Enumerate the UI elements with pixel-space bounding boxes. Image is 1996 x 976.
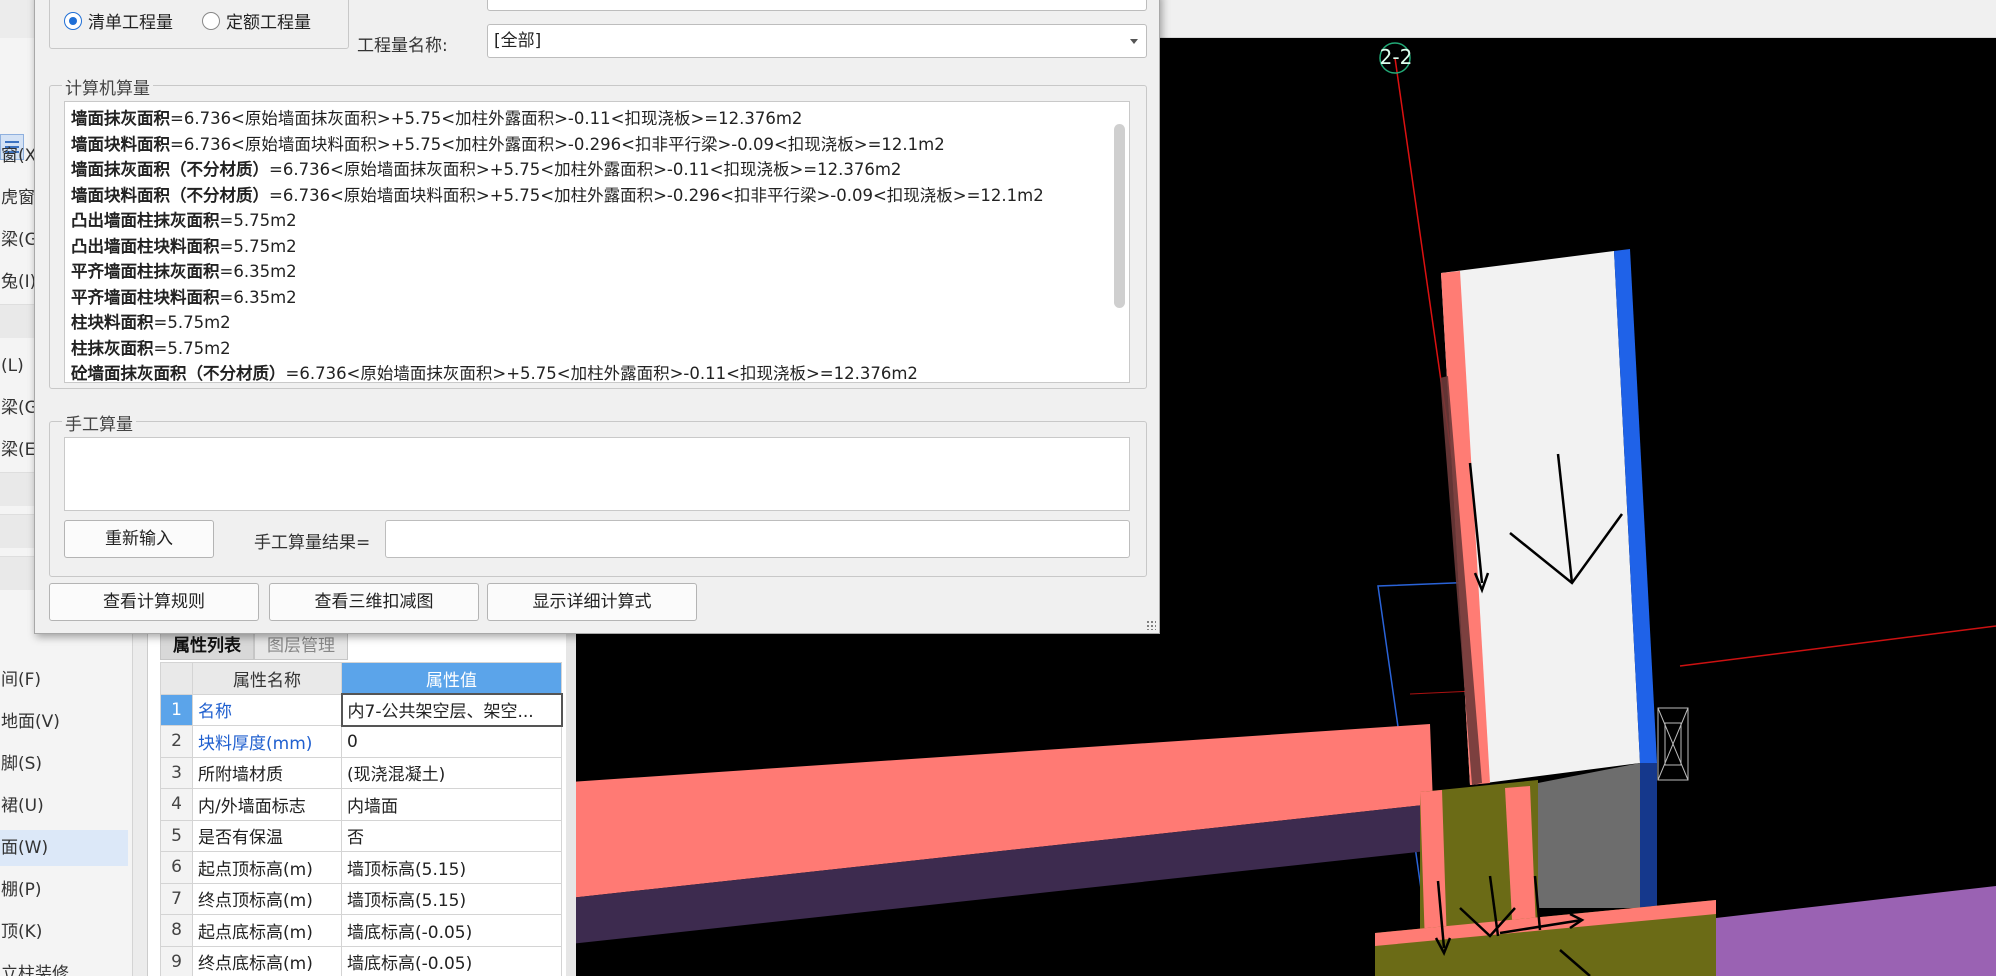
app-window: 窗(X 虎窗 梁(G 兔(I) (L) 梁(G 梁(E 间(F) 地面(V) 脚… — [0, 0, 1996, 976]
sidebar-item[interactable]: 裙(U) — [0, 788, 128, 824]
row-index: 4 — [160, 788, 193, 821]
calc-line: 砼墙面抹灰面积（不分材质）=6.736<原始墙面抹灰面积>+5.75<加柱外露面… — [71, 364, 918, 383]
property-name: 起点底标高(m) — [192, 914, 342, 947]
calc-line: 墙面抹灰面积=6.736<原始墙面抹灰面积>+5.75<加柱外露面积>-0.11… — [71, 109, 803, 128]
row-index: 5 — [160, 819, 193, 852]
calc-line: 柱块料面积=5.75m2 — [71, 313, 231, 332]
calc-line: 平齐墙面柱抹灰面积=6.35m2 — [71, 262, 297, 281]
axis-label: 2-2 — [1379, 45, 1413, 69]
quantity-dialog: 清单工程量 定额工程量 工程量名称: [全部] 计算机算量 墙面抹灰面积=6.7… — [34, 0, 1160, 634]
sidebar-item[interactable]: 顶(K) — [0, 914, 128, 950]
sidebar-item[interactable]: 间(F) — [0, 662, 128, 698]
property-name: 名称 — [192, 693, 342, 726]
properties-panel: 属性列表 图层管理 属性名称 属性值 1 名称 内7-公共架空层、架空... 2… — [147, 626, 576, 976]
sidebar-item[interactable]: 地面(V) — [0, 704, 128, 740]
property-name: 块料厚度(mm) — [192, 725, 342, 758]
row-index: 8 — [160, 914, 193, 947]
table-row[interactable]: 6 起点顶标高(m) 墙顶标高(5.15) — [160, 851, 562, 884]
radio-label: 清单工程量 — [88, 13, 173, 33]
row-index: 2 — [160, 725, 193, 758]
row-index: 1 — [160, 693, 193, 726]
sidebar-item[interactable]: 立柱装修 — [0, 956, 128, 976]
calc-line: 墙面抹灰面积（不分材质）=6.736<原始墙面抹灰面积>+5.75<加柱外露面积… — [71, 160, 902, 179]
table-row[interactable]: 2 块料厚度(mm) 0 — [160, 725, 562, 758]
table-row[interactable]: 5 是否有保温 否 — [160, 819, 562, 852]
chevron-down-icon — [1130, 39, 1138, 44]
table-row[interactable]: 3 所附墙材质 (现浇混凝土) — [160, 756, 562, 789]
column-header-value: 属性值 — [341, 662, 562, 695]
property-name: 终点底标高(m) — [192, 945, 342, 976]
reenter-button[interactable]: 重新输入 — [64, 520, 214, 558]
property-name: 是否有保温 — [192, 819, 342, 852]
row-index: 9 — [160, 945, 193, 976]
quantity-name-label: 工程量名称: — [357, 36, 448, 56]
group-title: 手工算量 — [62, 410, 136, 435]
table-header: 属性名称 属性值 — [160, 662, 562, 695]
table-row[interactable]: 8 起点底标高(m) 墙底标高(-0.05) — [160, 914, 562, 947]
table-row[interactable]: 4 内/外墙面标志 内墙面 — [160, 788, 562, 821]
property-value[interactable]: 墙顶标高(5.15) — [341, 851, 562, 884]
property-value[interactable]: 0 — [341, 725, 562, 758]
table-row[interactable]: 9 终点底标高(m) 墙底标高(-0.05) — [160, 945, 562, 976]
calc-line: 柱抹灰面积=5.75m2 — [71, 339, 231, 358]
view-calc-rules-button[interactable]: 查看计算规则 — [49, 583, 259, 621]
quantity-name-select[interactable]: [全部] — [487, 24, 1147, 58]
property-value[interactable]: 墙顶标高(5.15) — [341, 882, 562, 915]
property-name: 所附墙材质 — [192, 756, 342, 789]
sidebar-item[interactable]: 棚(P) — [0, 872, 128, 908]
show-detailed-formula-button[interactable]: 显示详细计算式 — [487, 583, 697, 621]
calc-line: 墙面块料面积=6.736<原始墙面块料面积>+5.75<加柱外露面积>-0.29… — [71, 135, 945, 154]
calc-scrollbar[interactable] — [1114, 124, 1125, 308]
select-value: [全部] — [494, 31, 542, 51]
tab-layer-management[interactable]: 图层管理 — [254, 632, 348, 660]
calc-line: 平齐墙面柱块料面积=6.35m2 — [71, 288, 297, 307]
property-value[interactable]: 否 — [341, 819, 562, 852]
property-name: 内/外墙面标志 — [192, 788, 342, 821]
manual-formula-input[interactable] — [64, 437, 1130, 511]
property-value[interactable]: (现浇混凝土) — [341, 756, 562, 789]
calc-line: 凸出墙面柱抹灰面积=5.75m2 — [71, 211, 297, 230]
manual-calc-group: 手工算量 重新输入 手工算量结果= — [49, 410, 1147, 577]
property-name: 终点顶标高(m) — [192, 882, 342, 915]
calc-formula-box[interactable]: 墙面抹灰面积=6.736<原始墙面抹灰面积>+5.75<加柱外露面积>-0.11… — [64, 101, 1130, 383]
radio-button[interactable] — [202, 11, 220, 30]
group-title: 计算机算量 — [62, 74, 153, 99]
sidebar-item-active[interactable]: 面(W) — [0, 830, 128, 866]
property-value-input[interactable]: 内7-公共架空层、架空... — [340, 693, 563, 727]
property-value[interactable]: 墙底标高(-0.05) — [341, 914, 562, 947]
manual-result-input[interactable] — [385, 520, 1130, 558]
computer-calc-group: 计算机算量 墙面抹灰面积=6.736<原始墙面抹灰面积>+5.75<加柱外露面积… — [49, 74, 1147, 389]
property-name: 起点顶标高(m) — [192, 851, 342, 884]
radio-label: 定额工程量 — [226, 13, 311, 33]
calc-line: 凸出墙面柱块料面积=5.75m2 — [71, 237, 297, 256]
properties-tabs: 属性列表 图层管理 — [160, 632, 348, 660]
row-index: 6 — [160, 851, 193, 884]
properties-scrollbar[interactable] — [566, 626, 576, 976]
radio-quota-quantity[interactable]: 定额工程量 — [202, 8, 311, 33]
radio-button-checked[interactable] — [64, 11, 82, 30]
view-3d-deduction-button[interactable]: 查看三维扣减图 — [269, 583, 479, 621]
sidebar-item[interactable]: 脚(S) — [0, 746, 128, 782]
row-index: 3 — [160, 756, 193, 789]
resize-grip-icon[interactable] — [1146, 620, 1156, 630]
manual-result-label: 手工算量结果= — [254, 533, 371, 553]
top-strip — [1160, 0, 1996, 38]
tab-property-list[interactable]: 属性列表 — [160, 632, 254, 660]
top-field[interactable] — [487, 0, 1147, 11]
table-row[interactable]: 1 名称 内7-公共架空层、架空... — [160, 693, 563, 727]
radio-bill-quantity[interactable]: 清单工程量 — [64, 8, 173, 33]
index-header — [160, 662, 193, 695]
property-value[interactable]: 内墙面 — [341, 788, 562, 821]
column-header-name: 属性名称 — [192, 662, 342, 695]
row-index: 7 — [160, 882, 193, 915]
calc-line: 墙面块料面积（不分材质）=6.736<原始墙面块料面积>+5.75<加柱外露面积… — [71, 186, 1044, 205]
property-value[interactable]: 墙底标高(-0.05) — [341, 945, 562, 976]
table-row[interactable]: 7 终点顶标高(m) 墙顶标高(5.15) — [160, 882, 562, 915]
quantity-type-group: 清单工程量 定额工程量 — [49, 0, 349, 49]
properties-table: 属性名称 属性值 1 名称 内7-公共架空层、架空... 2 块料厚度(mm) … — [160, 662, 563, 976]
